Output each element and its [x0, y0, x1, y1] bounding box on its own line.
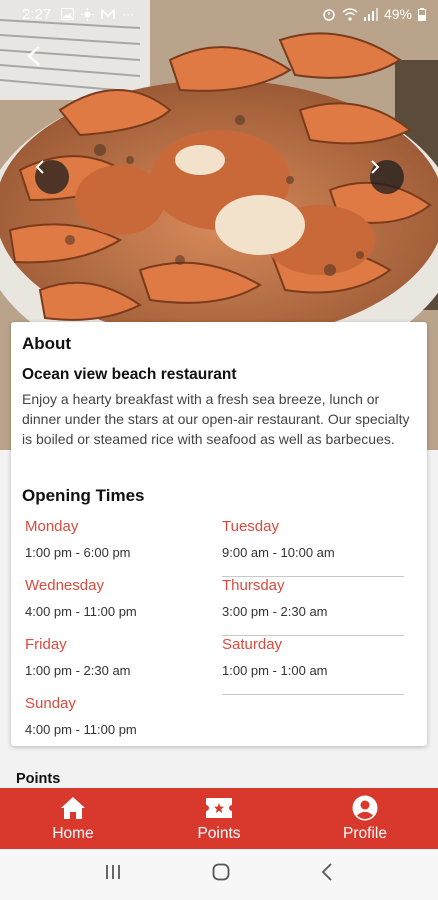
day-hours: 9:00 am - 10:00 am	[222, 545, 335, 560]
tab-home[interactable]: Home	[0, 788, 146, 849]
home-icon	[61, 796, 85, 819]
day-hours: 1:00 pm - 2:30 am	[25, 663, 131, 678]
recents-icon	[106, 865, 121, 879]
day-entry-sunday: Sunday 4:00 pm - 11:00 pm	[25, 695, 222, 754]
day-hours: 4:00 pm - 11:00 pm	[25, 722, 137, 737]
day-hours: 1:00 pm - 1:00 am	[222, 663, 328, 678]
chevron-right-icon	[371, 160, 380, 174]
hours-row: Wednesday 4:00 pm - 11:00 pm Thursday 3:…	[25, 577, 415, 636]
ticket-icon	[206, 797, 232, 818]
restaurant-info-card: About Ocean view beach restaurant Enjoy …	[11, 322, 427, 746]
carousel-next-button[interactable]	[370, 160, 404, 194]
tab-profile[interactable]: Profile	[292, 788, 438, 849]
back-chevron-icon	[321, 863, 332, 881]
opening-times-grid: Monday 1:00 pm - 6:00 pm Tuesday 9:00 am…	[25, 518, 415, 754]
status-bar: 2:27 ··· 49%	[0, 0, 438, 28]
day-name: Thursday	[222, 577, 285, 594]
day-name: Saturday	[222, 636, 283, 653]
more-notifications: ···	[122, 7, 135, 21]
day-name: Friday	[25, 636, 67, 653]
home-system-button[interactable]	[212, 863, 230, 886]
signal-icon	[363, 7, 378, 21]
opening-times-heading: Opening Times	[22, 486, 145, 505]
day-entry-saturday: Saturday 1:00 pm - 1:00 am	[222, 636, 415, 695]
system-navigation-bar	[0, 849, 438, 900]
day-hours: 4:00 pm - 11:00 pm	[25, 604, 137, 619]
recents-button[interactable]	[105, 864, 121, 885]
day-name: Monday	[25, 518, 79, 535]
tab-label: Points	[197, 824, 241, 842]
hours-row: Friday 1:00 pm - 2:30 am Saturday 1:00 p…	[25, 636, 415, 695]
alarm-icon	[323, 9, 335, 21]
back-system-button[interactable]	[321, 863, 333, 886]
restaurant-name: Ocean view beach restaurant	[22, 366, 237, 383]
day-entry-thursday: Thursday 3:00 pm - 2:30 am	[222, 577, 415, 636]
status-time: 2:27	[22, 5, 52, 23]
carousel-prev-button[interactable]	[35, 160, 69, 194]
sun-icon	[81, 7, 95, 21]
day-hours: 1:00 pm - 6:00 pm	[25, 545, 131, 560]
hours-row: Sunday 4:00 pm - 11:00 pm	[25, 695, 415, 754]
day-name: Sunday	[25, 695, 76, 712]
bottom-navigation: Home Points Profile	[0, 788, 438, 849]
circle-home-icon	[212, 863, 230, 881]
day-entry-monday: Monday 1:00 pm - 6:00 pm	[25, 518, 222, 577]
day-name: Wednesday	[25, 577, 104, 594]
points-section-heading: Points	[16, 771, 61, 787]
m-icon	[101, 8, 116, 19]
battery-percent: 49%	[383, 6, 412, 22]
tab-label: Home	[52, 824, 94, 842]
day-entry-tuesday: Tuesday 9:00 am - 10:00 am	[222, 518, 415, 577]
restaurant-description: Enjoy a hearty breakfast with a fresh se…	[22, 391, 410, 447]
about-heading: About	[22, 334, 72, 353]
day-name: Tuesday	[222, 518, 279, 535]
wifi-icon	[342, 7, 358, 21]
account-icon	[352, 795, 378, 820]
notification-icons: ···	[61, 7, 134, 21]
back-arrow-icon	[27, 46, 40, 66]
day-entry-friday: Friday 1:00 pm - 2:30 am	[25, 636, 222, 695]
back-button[interactable]	[26, 45, 56, 75]
day-hours: 3:00 pm - 2:30 am	[222, 604, 328, 619]
battery-icon	[418, 7, 426, 21]
chevron-left-icon	[35, 160, 44, 174]
day-entry-wednesday: Wednesday 4:00 pm - 11:00 pm	[25, 577, 222, 636]
tab-label: Profile	[343, 824, 387, 842]
image-icon	[61, 8, 75, 20]
hours-row: Monday 1:00 pm - 6:00 pm Tuesday 9:00 am…	[25, 518, 415, 577]
tab-points[interactable]: Points	[146, 788, 292, 849]
